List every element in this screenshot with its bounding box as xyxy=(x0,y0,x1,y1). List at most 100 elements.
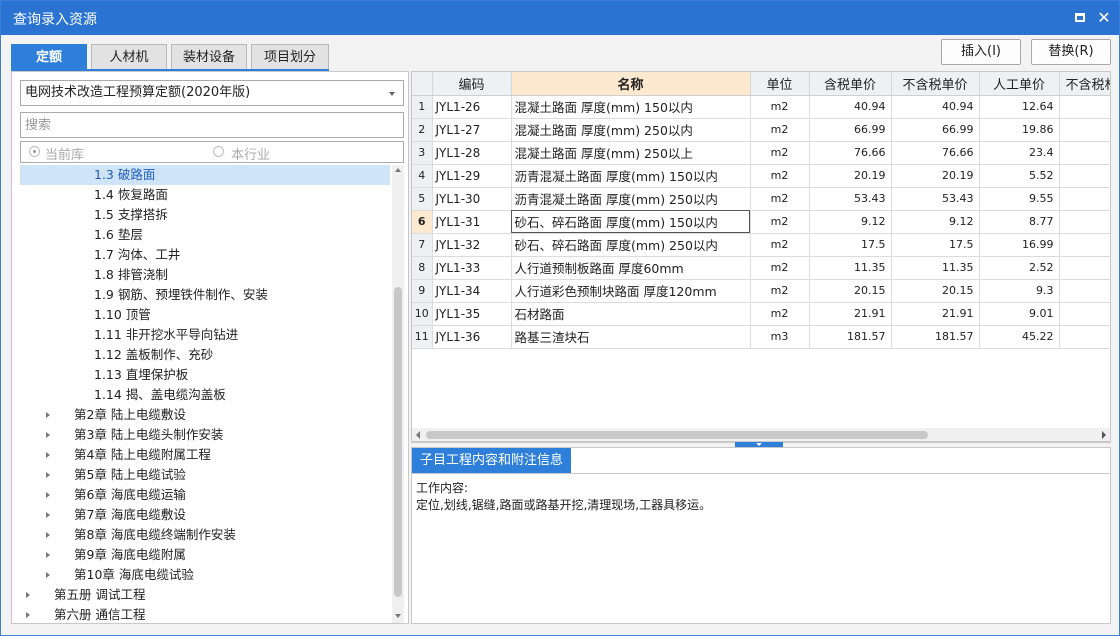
cell-name[interactable]: 石材路面 xyxy=(511,302,751,326)
scroll-down-arrow-icon[interactable] xyxy=(395,614,401,618)
cell-labor-price[interactable]: 9.01 xyxy=(979,302,1060,326)
table-row[interactable]: 5 JYL1-30 沥青混凝土路面 厚度(mm) 250以内 m2 53.43 53.43… xyxy=(412,187,1110,211)
cell-notax-price[interactable]: 21.91 xyxy=(891,302,980,326)
cell-code[interactable]: JYL1-33 xyxy=(432,256,512,280)
cell-labor-price[interactable]: 2.52 xyxy=(979,256,1060,280)
tree-item[interactable]: 1.3 破路面 xyxy=(20,165,390,185)
grid-hscrollbar-thumb[interactable] xyxy=(426,431,928,439)
cell-code[interactable]: JYL1-26 xyxy=(432,95,512,119)
cell-code[interactable]: JYL1-31 xyxy=(432,210,512,234)
cell-labor-price[interactable]: 8.77 xyxy=(979,210,1060,234)
scroll-up-arrow-icon[interactable] xyxy=(395,168,401,172)
tree-item[interactable]: 第3章 陆上电缆头制作安装 xyxy=(20,425,390,445)
cell-notax-material[interactable] xyxy=(1059,279,1110,303)
tree-expand-arrow-icon[interactable] xyxy=(26,612,30,618)
cell-name[interactable]: 路基三渣块石 xyxy=(511,325,751,349)
cell-notax-price[interactable]: 17.5 xyxy=(891,233,980,257)
cell-name[interactable]: 沥青混凝土路面 厚度(mm) 250以内 xyxy=(511,187,751,211)
col-header-unit[interactable]: 单位 xyxy=(750,72,810,96)
tree-item[interactable]: 第7章 海底电缆敷设 xyxy=(20,505,390,525)
cell-labor-price[interactable]: 9.3 xyxy=(979,279,1060,303)
cell-tax-price[interactable]: 21.91 xyxy=(809,302,892,326)
replace-button[interactable]: 替换(R) xyxy=(1031,39,1111,65)
tab-project-division[interactable]: 项目划分 xyxy=(251,44,329,70)
cell-notax-price[interactable]: 53.43 xyxy=(891,187,980,211)
tab-equipment[interactable]: 装材设备 xyxy=(171,44,247,70)
cell-unit[interactable]: m2 xyxy=(750,210,810,234)
tree-item[interactable]: 1.7 沟体、工井 xyxy=(20,245,390,265)
cell-notax-price[interactable]: 181.57 xyxy=(891,325,980,349)
cell-unit[interactable]: m2 xyxy=(750,164,810,188)
table-row[interactable]: 4 JYL1-29 沥青混凝土路面 厚度(mm) 150以内 m2 20.19 20.19… xyxy=(412,164,1110,188)
row-number[interactable]: 6 xyxy=(412,210,433,234)
col-header-name[interactable]: 名称 xyxy=(511,72,751,96)
tree-item[interactable]: 第4章 陆上电缆附属工程 xyxy=(20,445,390,465)
cell-code[interactable]: JYL1-29 xyxy=(432,164,512,188)
cell-code[interactable]: JYL1-30 xyxy=(432,187,512,211)
row-number[interactable]: 9 xyxy=(412,279,433,303)
cell-notax-price[interactable]: 20.19 xyxy=(891,164,980,188)
row-number[interactable]: 3 xyxy=(412,141,433,165)
col-header-notax-price[interactable]: 不含税单价 xyxy=(891,72,980,96)
table-row[interactable]: 2 JYL1-27 混凝土路面 厚度(mm) 250以内 m2 66.99 66.99 19… xyxy=(412,118,1110,142)
col-header-code[interactable]: 编码 xyxy=(432,72,512,96)
tree-item[interactable]: 1.5 支撑搭拆 xyxy=(20,205,390,225)
tree-item[interactable]: 1.4 恢复路面 xyxy=(20,185,390,205)
quota-library-select[interactable]: 电网技术改造工程预算定额(2020年版) xyxy=(20,80,404,106)
cell-unit[interactable]: m2 xyxy=(750,302,810,326)
row-number[interactable]: 2 xyxy=(412,118,433,142)
tree-item[interactable]: 1.13 直埋保护板 xyxy=(20,365,390,385)
cell-tax-price[interactable]: 20.19 xyxy=(809,164,892,188)
cell-notax-price[interactable]: 11.35 xyxy=(891,256,980,280)
cell-name[interactable]: 人行道预制板路面 厚度60mm xyxy=(511,256,751,280)
table-row[interactable]: 7 JYL1-32 砂石、碎石路面 厚度(mm) 250以内 m2 17.5 17.5 16… xyxy=(412,233,1110,257)
tree-expand-arrow-icon[interactable] xyxy=(46,472,50,478)
cell-notax-price[interactable]: 40.94 xyxy=(891,95,980,119)
cell-tax-price[interactable]: 53.43 xyxy=(809,187,892,211)
tree-expand-arrow-icon[interactable] xyxy=(46,432,50,438)
tree-item[interactable]: 第5章 陆上电缆试验 xyxy=(20,465,390,485)
cell-name[interactable]: 混凝土路面 厚度(mm) 150以内 xyxy=(511,95,751,119)
tab-work-content-notes[interactable]: 子目工程内容和附注信息 xyxy=(412,448,572,473)
cell-tax-price[interactable]: 40.94 xyxy=(809,95,892,119)
cell-notax-price[interactable]: 9.12 xyxy=(891,210,980,234)
maximize-button[interactable] xyxy=(1069,7,1091,29)
cell-name[interactable]: 沥青混凝土路面 厚度(mm) 150以内 xyxy=(511,164,751,188)
cell-name[interactable]: 混凝土路面 厚度(mm) 250以内 xyxy=(511,118,751,142)
cell-tax-price[interactable]: 181.57 xyxy=(809,325,892,349)
tree-expand-arrow-icon[interactable] xyxy=(46,492,50,498)
tree-item[interactable]: 1.14 揭、盖电缆沟盖板 xyxy=(20,385,390,405)
close-button[interactable]: ✕ xyxy=(1093,7,1115,29)
cell-notax-material[interactable] xyxy=(1059,210,1110,234)
cell-name[interactable]: 砂石、碎石路面 厚度(mm) 250以内 xyxy=(511,233,751,257)
cell-labor-price[interactable]: 12.64 xyxy=(979,95,1060,119)
cell-notax-material[interactable] xyxy=(1059,187,1110,211)
cell-name[interactable]: 人行道彩色预制块路面 厚度120mm xyxy=(511,279,751,303)
cell-code[interactable]: JYL1-34 xyxy=(432,279,512,303)
cell-unit[interactable]: m2 xyxy=(750,279,810,303)
tree-expand-arrow-icon[interactable] xyxy=(46,532,50,538)
cell-labor-price[interactable]: 19.86 xyxy=(979,118,1060,142)
cell-unit[interactable]: m2 xyxy=(750,141,810,165)
cell-notax-material[interactable] xyxy=(1059,95,1110,119)
cell-unit[interactable]: m2 xyxy=(750,187,810,211)
row-number[interactable]: 4 xyxy=(412,164,433,188)
cell-notax-material[interactable] xyxy=(1059,118,1110,142)
table-row[interactable]: 8 JYL1-33 人行道预制板路面 厚度60mm m2 11.35 11.35 2.52 xyxy=(412,256,1110,280)
cell-unit[interactable]: m2 xyxy=(750,118,810,142)
cell-unit[interactable]: m2 xyxy=(750,95,810,119)
row-number[interactable]: 10 xyxy=(412,302,433,326)
table-row[interactable]: 6 JYL1-31 砂石、碎石路面 厚度(mm) 150以内 m2 9.12 9.12 8.… xyxy=(412,210,1110,234)
tree-item[interactable]: 第6章 海底电缆运输 xyxy=(20,485,390,505)
table-row[interactable]: 1 JYL1-26 混凝土路面 厚度(mm) 150以内 m2 40.94 40.94 12… xyxy=(412,95,1110,119)
row-number[interactable]: 8 xyxy=(412,256,433,280)
tree-item[interactable]: 1.9 钢筋、预埋铁件制作、安装 xyxy=(20,285,390,305)
tree-item[interactable]: 第9章 海底电缆附属 xyxy=(20,545,390,565)
cell-code[interactable]: JYL1-36 xyxy=(432,325,512,349)
tree-expand-arrow-icon[interactable] xyxy=(46,572,50,578)
tree-item[interactable]: 第10章 海底电缆试验 xyxy=(20,565,390,585)
scroll-left-arrow-icon[interactable] xyxy=(416,431,420,439)
row-number[interactable]: 1 xyxy=(412,95,433,119)
cell-notax-price[interactable]: 66.99 xyxy=(891,118,980,142)
tree-item[interactable]: 1.12 盖板制作、充砂 xyxy=(20,345,390,365)
